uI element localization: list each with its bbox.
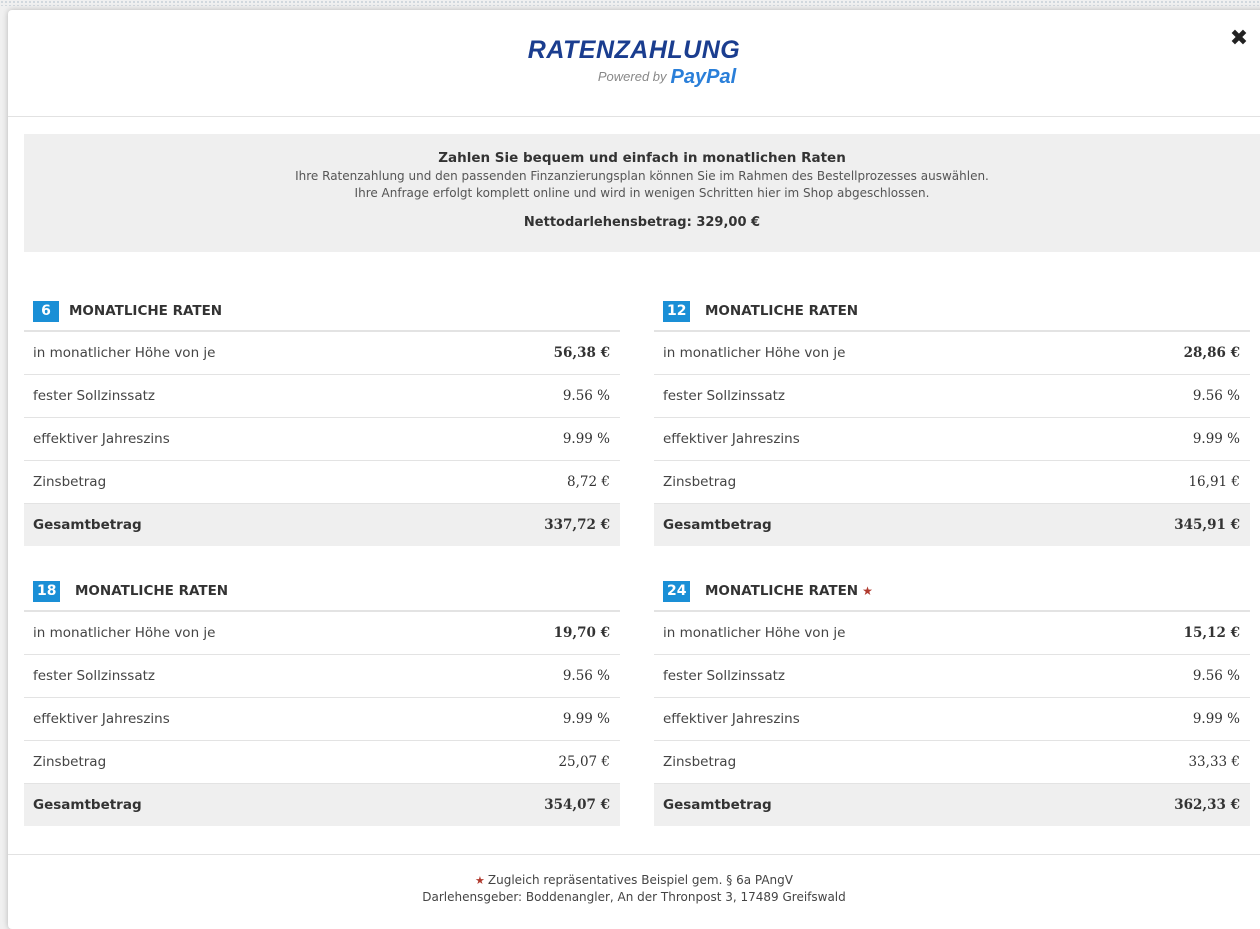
row-value: 362,33 €: [1174, 797, 1240, 813]
modal-header: RATENZAHLUNG Powered by PayPal ✖: [8, 10, 1260, 117]
zinsbetrag-row: Zinsbetrag 16,91 €: [654, 461, 1250, 504]
monthly-rate-row: in monatlicher Höhe von je 19,70 €: [24, 612, 620, 655]
row-label: Gesamtbetrag: [663, 797, 772, 813]
plan-title: MONATLICHE RATEN ★: [705, 581, 873, 602]
sollzins-row: fester Sollzinssatz 9.56 %: [24, 375, 620, 418]
intro-line-2: Ihre Anfrage erfolgt komplett online und…: [354, 186, 930, 200]
sollzins-row: fester Sollzinssatz 9.56 %: [654, 655, 1250, 698]
plan-title-text: MONATLICHE RATEN: [705, 583, 859, 599]
zinsbetrag-row: Zinsbetrag 33,33 €: [654, 741, 1250, 784]
total-row: Gesamtbetrag 345,91 €: [654, 504, 1250, 546]
row-value: 354,07 €: [544, 797, 610, 813]
row-value: 33,33 €: [1188, 754, 1240, 770]
row-label: Gesamtbetrag: [33, 517, 142, 533]
plan-12-months: 12 MONATLICHE RATEN in monatlicher Höhe …: [654, 294, 1250, 546]
ratenzahlung-logo: RATENZAHLUNG Powered by PayPal: [8, 36, 1260, 88]
sollzins-row: fester Sollzinssatz 9.56 %: [654, 375, 1250, 418]
row-label: in monatlicher Höhe von je: [663, 625, 846, 641]
plan-24-months: 24 MONATLICHE RATEN ★ in monatlicher Höhe…: [654, 574, 1250, 826]
row-label: in monatlicher Höhe von je: [33, 345, 216, 361]
row-value: 16,91 €: [1188, 474, 1240, 490]
row-value: 19,70 €: [553, 625, 610, 641]
total-row: Gesamtbetrag 362,33 €: [654, 784, 1250, 826]
row-value: 28,86 €: [1183, 345, 1240, 361]
sollzins-row: fester Sollzinssatz 9.56 %: [24, 655, 620, 698]
row-label: fester Sollzinssatz: [33, 668, 155, 684]
row-label: effektiver Jahreszins: [33, 711, 170, 727]
row-label: effektiver Jahreszins: [663, 431, 800, 447]
plan-heading: 24 MONATLICHE RATEN ★: [654, 574, 1250, 612]
plan-title: MONATLICHE RATEN: [69, 303, 223, 319]
row-value: 8,72 €: [567, 474, 610, 490]
effzins-row: effektiver Jahreszins 9.99 %: [654, 698, 1250, 741]
lender-info: Darlehensgeber: Boddenangler, An der Thr…: [422, 890, 846, 904]
row-label: Zinsbetrag: [663, 754, 737, 770]
close-icon[interactable]: ✖: [1228, 28, 1250, 50]
monthly-rate-row: in monatlicher Höhe von je 15,12 €: [654, 612, 1250, 655]
row-value: 9.56 %: [1192, 668, 1240, 684]
logo-powered-by: Powered by: [597, 69, 667, 84]
representative-note: ★ Zugleich repräsentatives Beispiel gem. …: [8, 872, 1260, 889]
effzins-row: effektiver Jahreszins 9.99 %: [654, 418, 1250, 461]
months-badge: 18: [33, 581, 61, 602]
row-label: in monatlicher Höhe von je: [663, 345, 846, 361]
plan-6-months: 6 MONATLICHE RATEN in monatlicher Höhe v…: [24, 294, 620, 546]
months-badge: 24: [663, 581, 691, 602]
row-value: 9.56 %: [562, 668, 610, 684]
row-label: in monatlicher Höhe von je: [33, 625, 216, 641]
net-loan-amount: Nettodarlehensbetrag: 329,00 €: [523, 215, 761, 230]
intro-title: Zahlen Sie bequem und einfach in monatli…: [438, 150, 846, 166]
row-value: 56,38 €: [553, 345, 610, 361]
representative-note-text: Zugleich repräsentatives Beispiel gem. §…: [487, 873, 793, 887]
intro-line-1: Ihre Ratenzahlung und den passenden Finz…: [295, 169, 989, 183]
row-label: effektiver Jahreszins: [663, 711, 800, 727]
monthly-rate-row: in monatlicher Höhe von je 56,38 €: [24, 332, 620, 375]
row-value: 9.99 %: [1192, 711, 1240, 727]
modal-footer: ★ Zugleich repräsentatives Beispiel gem. …: [8, 872, 1260, 906]
footer-divider: [8, 854, 1260, 855]
row-value: 9.99 %: [1192, 431, 1240, 447]
effzins-row: effektiver Jahreszins 9.99 %: [24, 418, 620, 461]
star-icon: ★: [862, 584, 873, 598]
logo-title: RATENZAHLUNG: [527, 36, 741, 64]
plan-title: MONATLICHE RATEN: [705, 303, 859, 319]
zinsbetrag-row: Zinsbetrag 25,07 €: [24, 741, 620, 784]
page-background-dots: [0, 0, 1260, 6]
row-label: Zinsbetrag: [33, 754, 107, 770]
plan-heading: 6 MONATLICHE RATEN: [24, 294, 620, 332]
total-row: Gesamtbetrag 354,07 €: [24, 784, 620, 826]
row-label: fester Sollzinssatz: [33, 388, 155, 404]
row-value: 9.99 %: [562, 711, 610, 727]
months-badge: 6: [33, 301, 59, 322]
zinsbetrag-row: Zinsbetrag 8,72 €: [24, 461, 620, 504]
row-label: fester Sollzinssatz: [663, 388, 785, 404]
row-value: 337,72 €: [544, 517, 610, 533]
row-value: 345,91 €: [1174, 517, 1240, 533]
plan-heading: 12 MONATLICHE RATEN: [654, 294, 1250, 332]
row-value: 9.56 %: [562, 388, 610, 404]
row-label: Gesamtbetrag: [33, 797, 142, 813]
row-value: 15,12 €: [1183, 625, 1240, 641]
logo-subtitle: Powered by PayPal: [74, 66, 1260, 88]
row-label: Gesamtbetrag: [663, 517, 772, 533]
row-label: fester Sollzinssatz: [663, 668, 785, 684]
paypal-logo: PayPal: [670, 66, 737, 88]
monthly-rate-row: in monatlicher Höhe von je 28,86 €: [654, 332, 1250, 375]
effzins-row: effektiver Jahreszins 9.99 %: [24, 698, 620, 741]
plan-18-months: 18 MONATLICHE RATEN in monatlicher Höhe …: [24, 574, 620, 826]
row-label: effektiver Jahreszins: [33, 431, 170, 447]
row-label: Zinsbetrag: [663, 474, 737, 490]
row-label: Zinsbetrag: [33, 474, 107, 490]
total-row: Gesamtbetrag 337,72 €: [24, 504, 620, 546]
plan-heading: 18 MONATLICHE RATEN: [24, 574, 620, 612]
star-icon: ★: [475, 874, 485, 887]
plan-title: MONATLICHE RATEN: [75, 583, 229, 599]
row-value: 9.99 %: [562, 431, 610, 447]
installment-modal: RATENZAHLUNG Powered by PayPal ✖ Zahlen S…: [8, 10, 1260, 929]
months-badge: 12: [663, 301, 691, 322]
row-value: 25,07 €: [558, 754, 610, 770]
row-value: 9.56 %: [1192, 388, 1240, 404]
intro-box: Zahlen Sie bequem und einfach in monatli…: [24, 134, 1260, 252]
